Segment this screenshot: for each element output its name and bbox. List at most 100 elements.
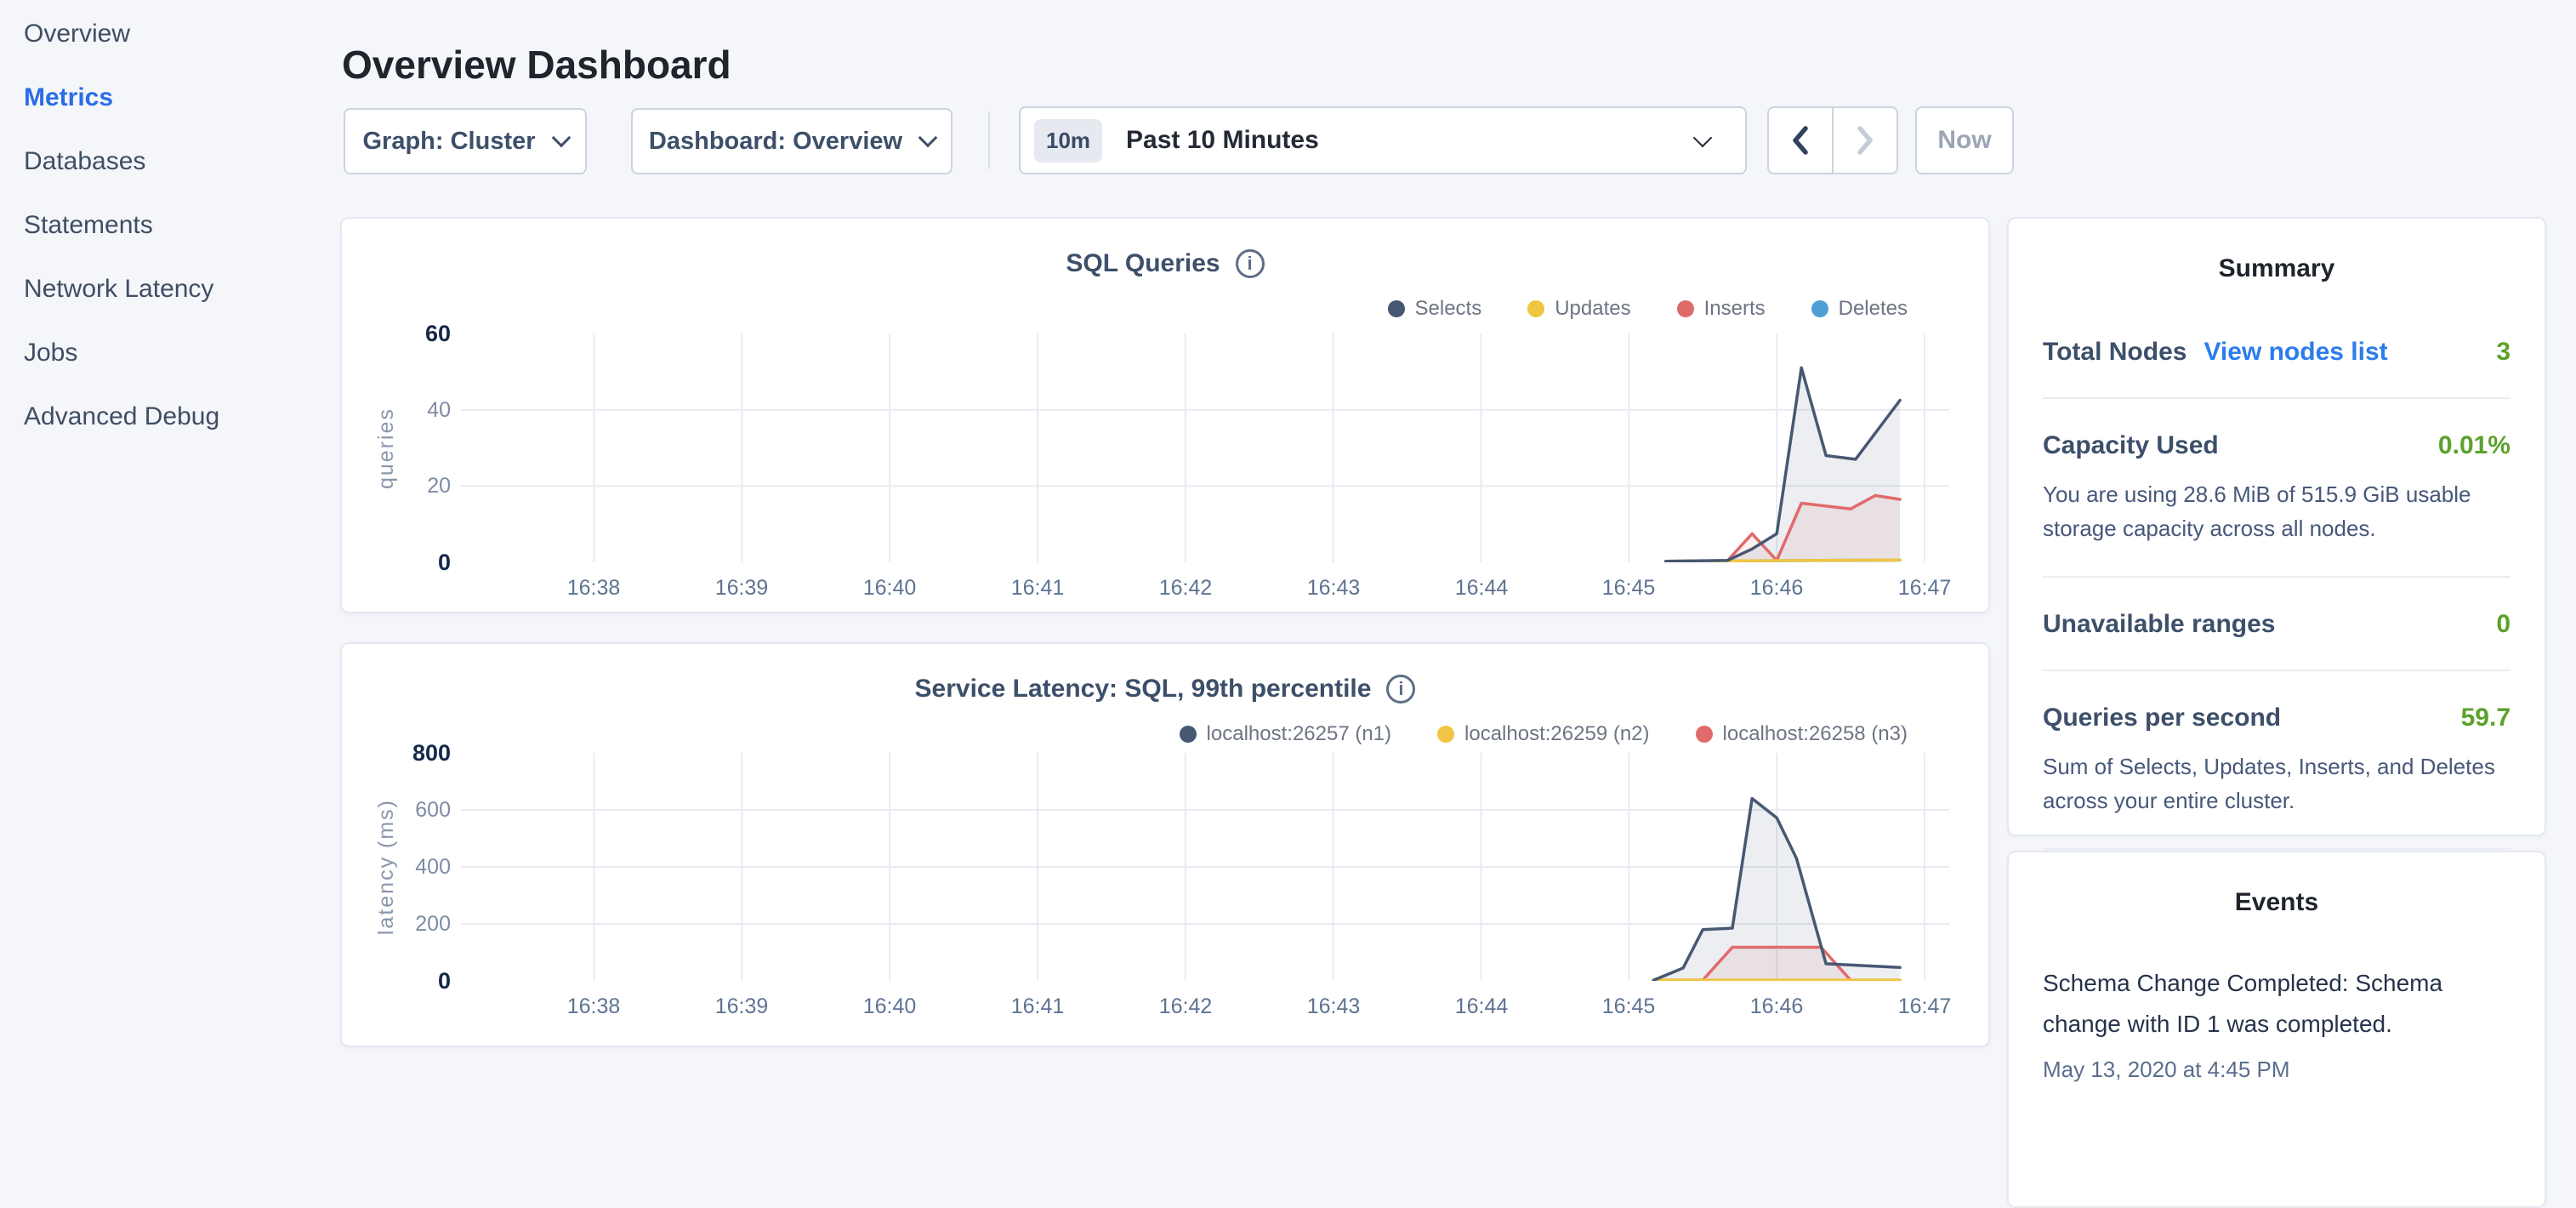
graph-select-dropdown[interactable]: Graph: Cluster	[344, 108, 587, 174]
legend-item: localhost:26257 (n1)	[1180, 722, 1391, 746]
x-tick-label: 16:47	[1874, 994, 1976, 1019]
legend-label: localhost:26257 (n1)	[1207, 722, 1391, 746]
series-dot-icon	[1811, 300, 1828, 317]
summary-value: 59.7	[2461, 704, 2511, 732]
summary-label: Unavailable ranges	[2043, 610, 2275, 639]
x-tick-label: 16:46	[1726, 576, 1828, 601]
y-tick-label: 400	[342, 852, 451, 882]
x-tick-label: 16:44	[1430, 576, 1533, 601]
info-icon[interactable]	[1236, 249, 1265, 278]
service-latency-chart-panel: Service Latency: SQL, 99th percentile lo…	[340, 642, 1990, 1047]
y-axis-ticks: 0 200 400 600 800	[342, 644, 451, 1046]
summary-value: 3	[2496, 338, 2511, 367]
x-tick-label: 16:40	[839, 994, 941, 1019]
now-button[interactable]: Now	[1915, 106, 2014, 174]
summary-row-total-nodes: Total Nodes View nodes list 3	[2043, 305, 2511, 399]
sql-queries-chart-panel: SQL Queries Selects Updates Inserts Deletes…	[340, 217, 1990, 613]
y-tick-label: 40	[342, 395, 451, 425]
chart-legend: localhost:26257 (n1) localhost:26259 (n2)…	[1180, 722, 1908, 746]
x-tick-label: 16:43	[1282, 576, 1385, 601]
sidebar-item-statements[interactable]: Statements	[24, 210, 340, 241]
legend-label: Inserts	[1704, 297, 1766, 321]
toolbar-divider	[988, 111, 990, 169]
legend-label: localhost:26258 (n3)	[1723, 722, 1908, 746]
time-range-dropdown[interactable]: 10m Past 10 Minutes	[1019, 106, 1747, 174]
legend-item: localhost:26259 (n2)	[1437, 722, 1649, 746]
summary-description: Sum of Selects, Updates, Inserts, and De…	[2043, 749, 2511, 818]
dashboard-select-dropdown[interactable]: Dashboard: Overview	[631, 108, 952, 174]
series-dot-icon	[1388, 300, 1405, 317]
time-range-badge: 10m	[1034, 119, 1102, 162]
page-title: Overview Dashboard	[342, 42, 731, 88]
view-nodes-list-link[interactable]: View nodes list	[2204, 338, 2387, 367]
legend-item: localhost:26258 (n3)	[1696, 722, 1908, 746]
chevron-left-icon	[1788, 122, 1813, 159]
y-tick-label: 0	[342, 547, 451, 578]
sidebar-item-metrics[interactable]: Metrics	[24, 83, 340, 113]
summary-row-queries-per-second: Queries per second 59.7 Sum of Selects, …	[2043, 671, 2511, 850]
x-tick-label: 16:38	[543, 576, 645, 601]
x-tick-label: 16:40	[839, 576, 941, 601]
prev-time-button[interactable]	[1769, 108, 1832, 173]
sidebar-nav: Overview Metrics Databases Statements Ne…	[0, 0, 340, 432]
x-tick-label: 16:43	[1282, 994, 1385, 1019]
x-tick-label: 16:46	[1726, 994, 1828, 1019]
summary-label: Total Nodes	[2043, 338, 2186, 367]
sql-queries-plot[interactable]	[461, 333, 1949, 562]
chart-title: SQL Queries	[1066, 249, 1220, 278]
series-dot-icon	[1180, 726, 1197, 743]
chevron-right-icon	[1852, 122, 1878, 159]
x-tick-label: 16:45	[1578, 994, 1680, 1019]
series-dot-icon	[1696, 726, 1713, 743]
sidebar: Overview Metrics Databases Statements Ne…	[0, 0, 340, 1051]
sidebar-item-network-latency[interactable]: Network Latency	[24, 274, 340, 305]
y-tick-label: 200	[342, 909, 451, 939]
legend-label: Selects	[1415, 297, 1482, 321]
y-tick-label: 20	[342, 470, 451, 501]
info-icon[interactable]	[1386, 675, 1415, 704]
y-tick-label: 60	[342, 318, 451, 349]
legend-label: Deletes	[1839, 297, 1908, 321]
next-time-button[interactable]	[1832, 108, 1896, 173]
legend-label: Updates	[1555, 297, 1630, 321]
sidebar-item-overview[interactable]: Overview	[24, 19, 340, 49]
y-tick-label: 0	[342, 966, 451, 996]
summary-value: 0.01%	[2438, 431, 2511, 460]
y-tick-label: 800	[342, 738, 451, 768]
summary-value: 0	[2496, 610, 2511, 639]
summary-description: You are using 28.6 MiB of 515.9 GiB usab…	[2043, 477, 2511, 545]
event-item-timestamp: May 13, 2020 at 4:45 PM	[2043, 1057, 2511, 1083]
sidebar-item-databases[interactable]: Databases	[24, 146, 340, 177]
legend-label: localhost:26259 (n2)	[1464, 722, 1649, 746]
series-dot-icon	[1437, 726, 1454, 743]
legend-item: Selects	[1388, 297, 1482, 321]
x-tick-label: 16:45	[1578, 576, 1680, 601]
events-panel: Events Schema Change Completed: Schema c…	[2007, 851, 2546, 1208]
dashboard-select-label: Dashboard: Overview	[649, 128, 902, 156]
x-tick-label: 16:42	[1134, 994, 1237, 1019]
y-tick-label: 600	[342, 795, 451, 825]
summary-row-unavailable-ranges: Unavailable ranges 0	[2043, 578, 2511, 671]
chevron-down-icon	[551, 128, 571, 148]
legend-item: Inserts	[1677, 297, 1766, 321]
event-item-text: Schema Change Completed: Schema change w…	[2043, 963, 2511, 1045]
time-pager	[1767, 106, 1898, 174]
sidebar-item-advanced-debug[interactable]: Advanced Debug	[24, 402, 340, 432]
x-tick-label: 16:39	[691, 576, 793, 601]
summary-label: Capacity Used	[2043, 431, 2219, 460]
sidebar-item-jobs[interactable]: Jobs	[24, 338, 340, 368]
time-range-label: Past 10 Minutes	[1126, 126, 1319, 155]
graph-select-label: Graph: Cluster	[362, 128, 535, 156]
series-dot-icon	[1527, 300, 1544, 317]
x-tick-label: 16:38	[543, 994, 645, 1019]
x-tick-label: 16:39	[691, 994, 793, 1019]
x-tick-label: 16:41	[987, 576, 1089, 601]
events-title: Events	[2043, 888, 2511, 917]
y-axis-ticks: 0 20 40 60	[342, 219, 451, 612]
summary-row-capacity-used: Capacity Used 0.01% You are using 28.6 M…	[2043, 399, 2511, 578]
x-tick-label: 16:47	[1874, 576, 1976, 601]
chart-title: Service Latency: SQL, 99th percentile	[915, 675, 1372, 704]
service-latency-plot[interactable]	[461, 753, 1949, 981]
series-dot-icon	[1677, 300, 1694, 317]
chevron-down-icon	[1693, 128, 1713, 148]
